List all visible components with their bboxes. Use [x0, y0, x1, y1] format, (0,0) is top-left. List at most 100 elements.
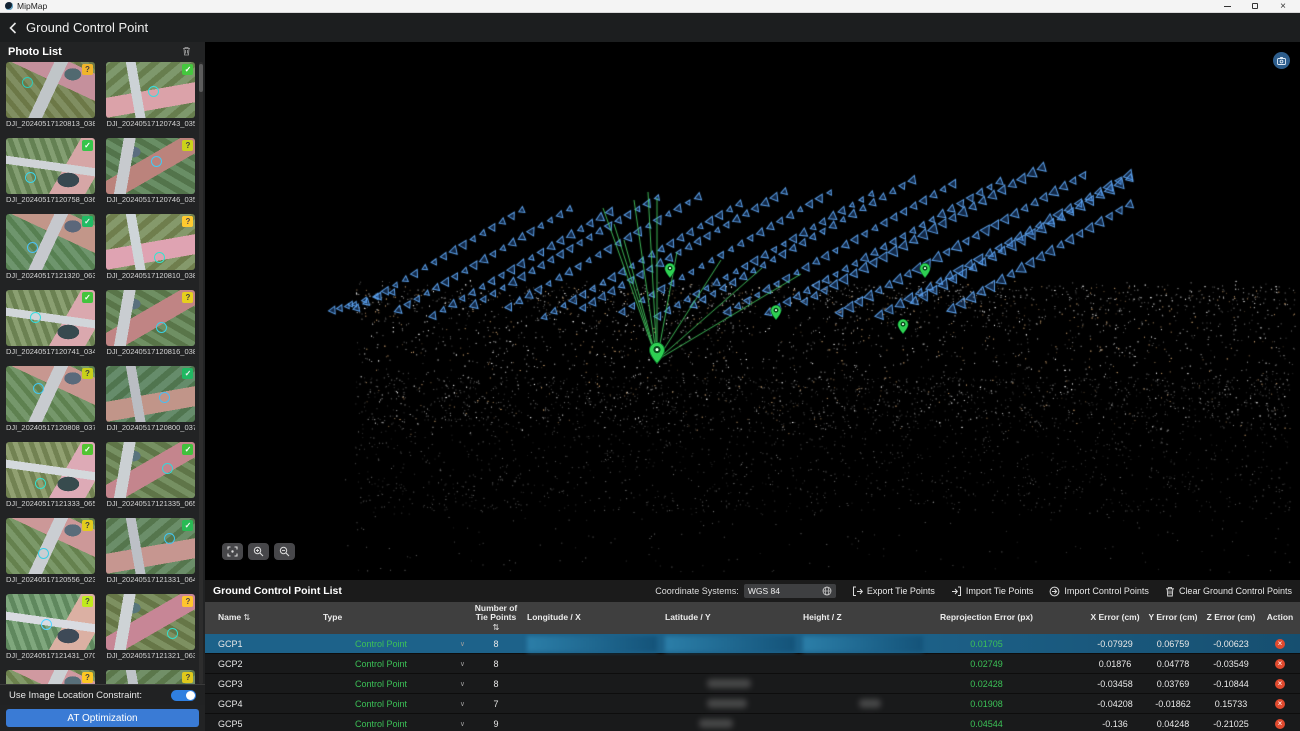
chevron-down-icon[interactable]: ∨	[460, 660, 465, 668]
photo-thumbnail[interactable]: ?	[6, 670, 95, 684]
export-tie-points-button[interactable]: Export Tie Points	[852, 586, 935, 597]
photo-status-badge: ?	[182, 596, 193, 607]
photo-thumbnail[interactable]: ✓	[6, 138, 95, 194]
photo-item[interactable]: ? DJI_20240517121431_0708...	[6, 594, 95, 661]
photo-thumbnail[interactable]: ?	[106, 214, 195, 270]
photo-item[interactable]: ? DJI_20240517121321_0635...	[106, 594, 195, 661]
tie-points-cell: 7	[473, 694, 519, 713]
import-tie-points-button[interactable]: Import Tie Points	[951, 586, 1034, 597]
photo-item[interactable]: ✓ DJI_20240517120741_0348...	[6, 290, 95, 357]
delete-gcp-button[interactable]: ×	[1275, 659, 1285, 669]
close-button[interactable]: ×	[1276, 1, 1290, 12]
delete-photos-button[interactable]	[182, 43, 191, 61]
photo-name: DJI_20240517120746_0354...	[106, 194, 195, 205]
height-cell	[795, 654, 923, 673]
screenshot-camera-button[interactable]	[1273, 52, 1290, 69]
longitude-cell	[519, 654, 657, 673]
photo-item[interactable]: ? DJI_20240517120556_0237...	[6, 518, 95, 585]
gcp-marker[interactable]	[649, 342, 665, 364]
photo-thumbnail[interactable]: ✓	[106, 442, 195, 498]
clear-ground-control-points-button[interactable]: Clear Ground Control Points	[1165, 586, 1292, 597]
fit-view-button[interactable]	[222, 543, 243, 560]
delete-gcp-button[interactable]: ×	[1275, 719, 1285, 729]
globe-icon[interactable]	[822, 586, 832, 596]
minimize-button[interactable]	[1220, 1, 1234, 12]
gcp-marker[interactable]	[665, 263, 676, 278]
column-header-name[interactable]: Name ⇅	[205, 602, 323, 634]
gcp-marker[interactable]	[771, 305, 782, 320]
tie-point-circle-icon	[148, 86, 159, 97]
chevron-down-icon[interactable]: ∨	[460, 680, 465, 688]
at-optimization-button[interactable]: AT Optimization	[6, 709, 199, 727]
photo-thumbnail[interactable]: ?	[6, 594, 95, 650]
photo-thumbnail[interactable]: ✓	[106, 366, 195, 422]
photo-item[interactable]: ? DJI_20240517120813_0385...	[6, 62, 95, 129]
table-row[interactable]: GCP1 Control Point∨ 8 0.01705 -0.07929 0…	[205, 634, 1300, 654]
photo-item[interactable]: ?	[106, 670, 195, 684]
photo-thumbnail[interactable]: ?	[106, 594, 195, 650]
tie-point-circle-icon	[33, 383, 44, 394]
photo-thumbnail[interactable]: ?	[106, 290, 195, 346]
z-error-cell: -0.10844	[1202, 674, 1260, 693]
photo-thumbnail[interactable]: ✓	[6, 442, 95, 498]
coordinate-system-input[interactable]: WGS 84	[744, 584, 836, 598]
photo-thumbnail[interactable]: ?	[6, 366, 95, 422]
zoom-in-button[interactable]	[248, 543, 269, 560]
photo-item[interactable]: ? DJI_20240517120810_0382...	[106, 214, 195, 281]
photo-thumbnail[interactable]: ✓	[6, 290, 95, 346]
photo-thumbnail[interactable]: ?	[106, 670, 195, 684]
point-cloud-canvas[interactable]	[205, 42, 1300, 580]
photo-status-badge: ✓	[82, 140, 93, 151]
photo-thumbnail[interactable]: ?	[6, 62, 95, 118]
zoom-out-button[interactable]	[274, 543, 295, 560]
back-button[interactable]	[0, 13, 26, 42]
reprojection-error-cell: 0.02428	[923, 674, 1086, 693]
photo-status-badge: ✓	[82, 216, 93, 227]
image-location-constraint-toggle[interactable]	[171, 690, 196, 701]
delete-gcp-button[interactable]: ×	[1275, 699, 1285, 709]
photo-thumbnail[interactable]: ✓	[6, 214, 95, 270]
delete-gcp-button[interactable]: ×	[1275, 679, 1285, 689]
tie-point-circle-icon	[159, 392, 170, 403]
photo-name: DJI_20240517121431_0708...	[6, 650, 95, 661]
photo-thumbnail[interactable]: ?	[106, 138, 195, 194]
photo-item[interactable]: ?	[6, 670, 95, 684]
photo-name: DJI_20240517120810_0382...	[106, 270, 195, 281]
gcp-marker[interactable]	[920, 263, 931, 278]
gcp-type-cell: Control Point∨	[323, 674, 473, 693]
viewport	[205, 42, 1300, 580]
photo-item[interactable]: ? DJI_20240517120746_0354...	[106, 138, 195, 205]
table-row[interactable]: GCP3 Control Point∨ 8 0.02428 -0.03458 0…	[205, 674, 1300, 694]
gcp-marker[interactable]	[898, 319, 909, 334]
column-header-hgt: Height / Z	[795, 602, 923, 634]
column-header-tie[interactable]: Number of Tie Points ⇅	[473, 602, 519, 634]
tie-points-cell: 8	[473, 674, 519, 693]
photo-item[interactable]: ✓ DJI_20240517120800_0371...	[106, 366, 195, 433]
photo-item[interactable]: ✓ DJI_20240517121320_0634...	[6, 214, 95, 281]
photo-status-badge: ✓	[182, 520, 193, 531]
photo-item[interactable]: ✓ DJI_20240517121331_0648...	[106, 518, 195, 585]
photo-thumbnail[interactable]: ✓	[106, 62, 195, 118]
photo-item[interactable]: ✓ DJI_20240517121333_0650...	[6, 442, 95, 509]
delete-gcp-button[interactable]: ×	[1275, 639, 1285, 649]
photo-item[interactable]: ✓ DJI_20240517120743_0351...	[106, 62, 195, 129]
column-header-xe: X Error (cm)	[1086, 602, 1144, 634]
photo-item[interactable]: ? DJI_20240517120808_0379...	[6, 366, 95, 433]
table-row[interactable]: GCP4 Control Point∨ 7 0.01908 -0.04208 -…	[205, 694, 1300, 714]
chevron-down-icon[interactable]: ∨	[460, 640, 465, 648]
maximize-button[interactable]	[1248, 1, 1262, 12]
photo-thumbnail[interactable]: ?	[6, 518, 95, 574]
import-control-points-button[interactable]: Import Control Points	[1049, 586, 1149, 597]
table-row[interactable]: GCP5 Control Point∨ 9 0.04544 -0.136 0.0…	[205, 714, 1300, 731]
panel-actions: Export Tie Points Import Tie Points Import…	[852, 586, 1292, 597]
photo-item[interactable]: ? DJI_20240517120816_0389...	[106, 290, 195, 357]
photo-item[interactable]: ✓ DJI_20240517120758_0368...	[6, 138, 95, 205]
chevron-down-icon[interactable]: ∨	[460, 720, 465, 728]
chevron-down-icon[interactable]: ∨	[460, 700, 465, 708]
photo-item[interactable]: ✓ DJI_20240517121335_0652...	[106, 442, 195, 509]
table-row[interactable]: GCP2 Control Point∨ 8 0.02749 0.01876 0.…	[205, 654, 1300, 674]
viewport-toolbar	[222, 543, 295, 560]
photo-list-scrollbar[interactable]	[199, 62, 203, 684]
photo-thumbnail[interactable]: ✓	[106, 518, 195, 574]
column-header-act: Action	[1260, 602, 1300, 634]
